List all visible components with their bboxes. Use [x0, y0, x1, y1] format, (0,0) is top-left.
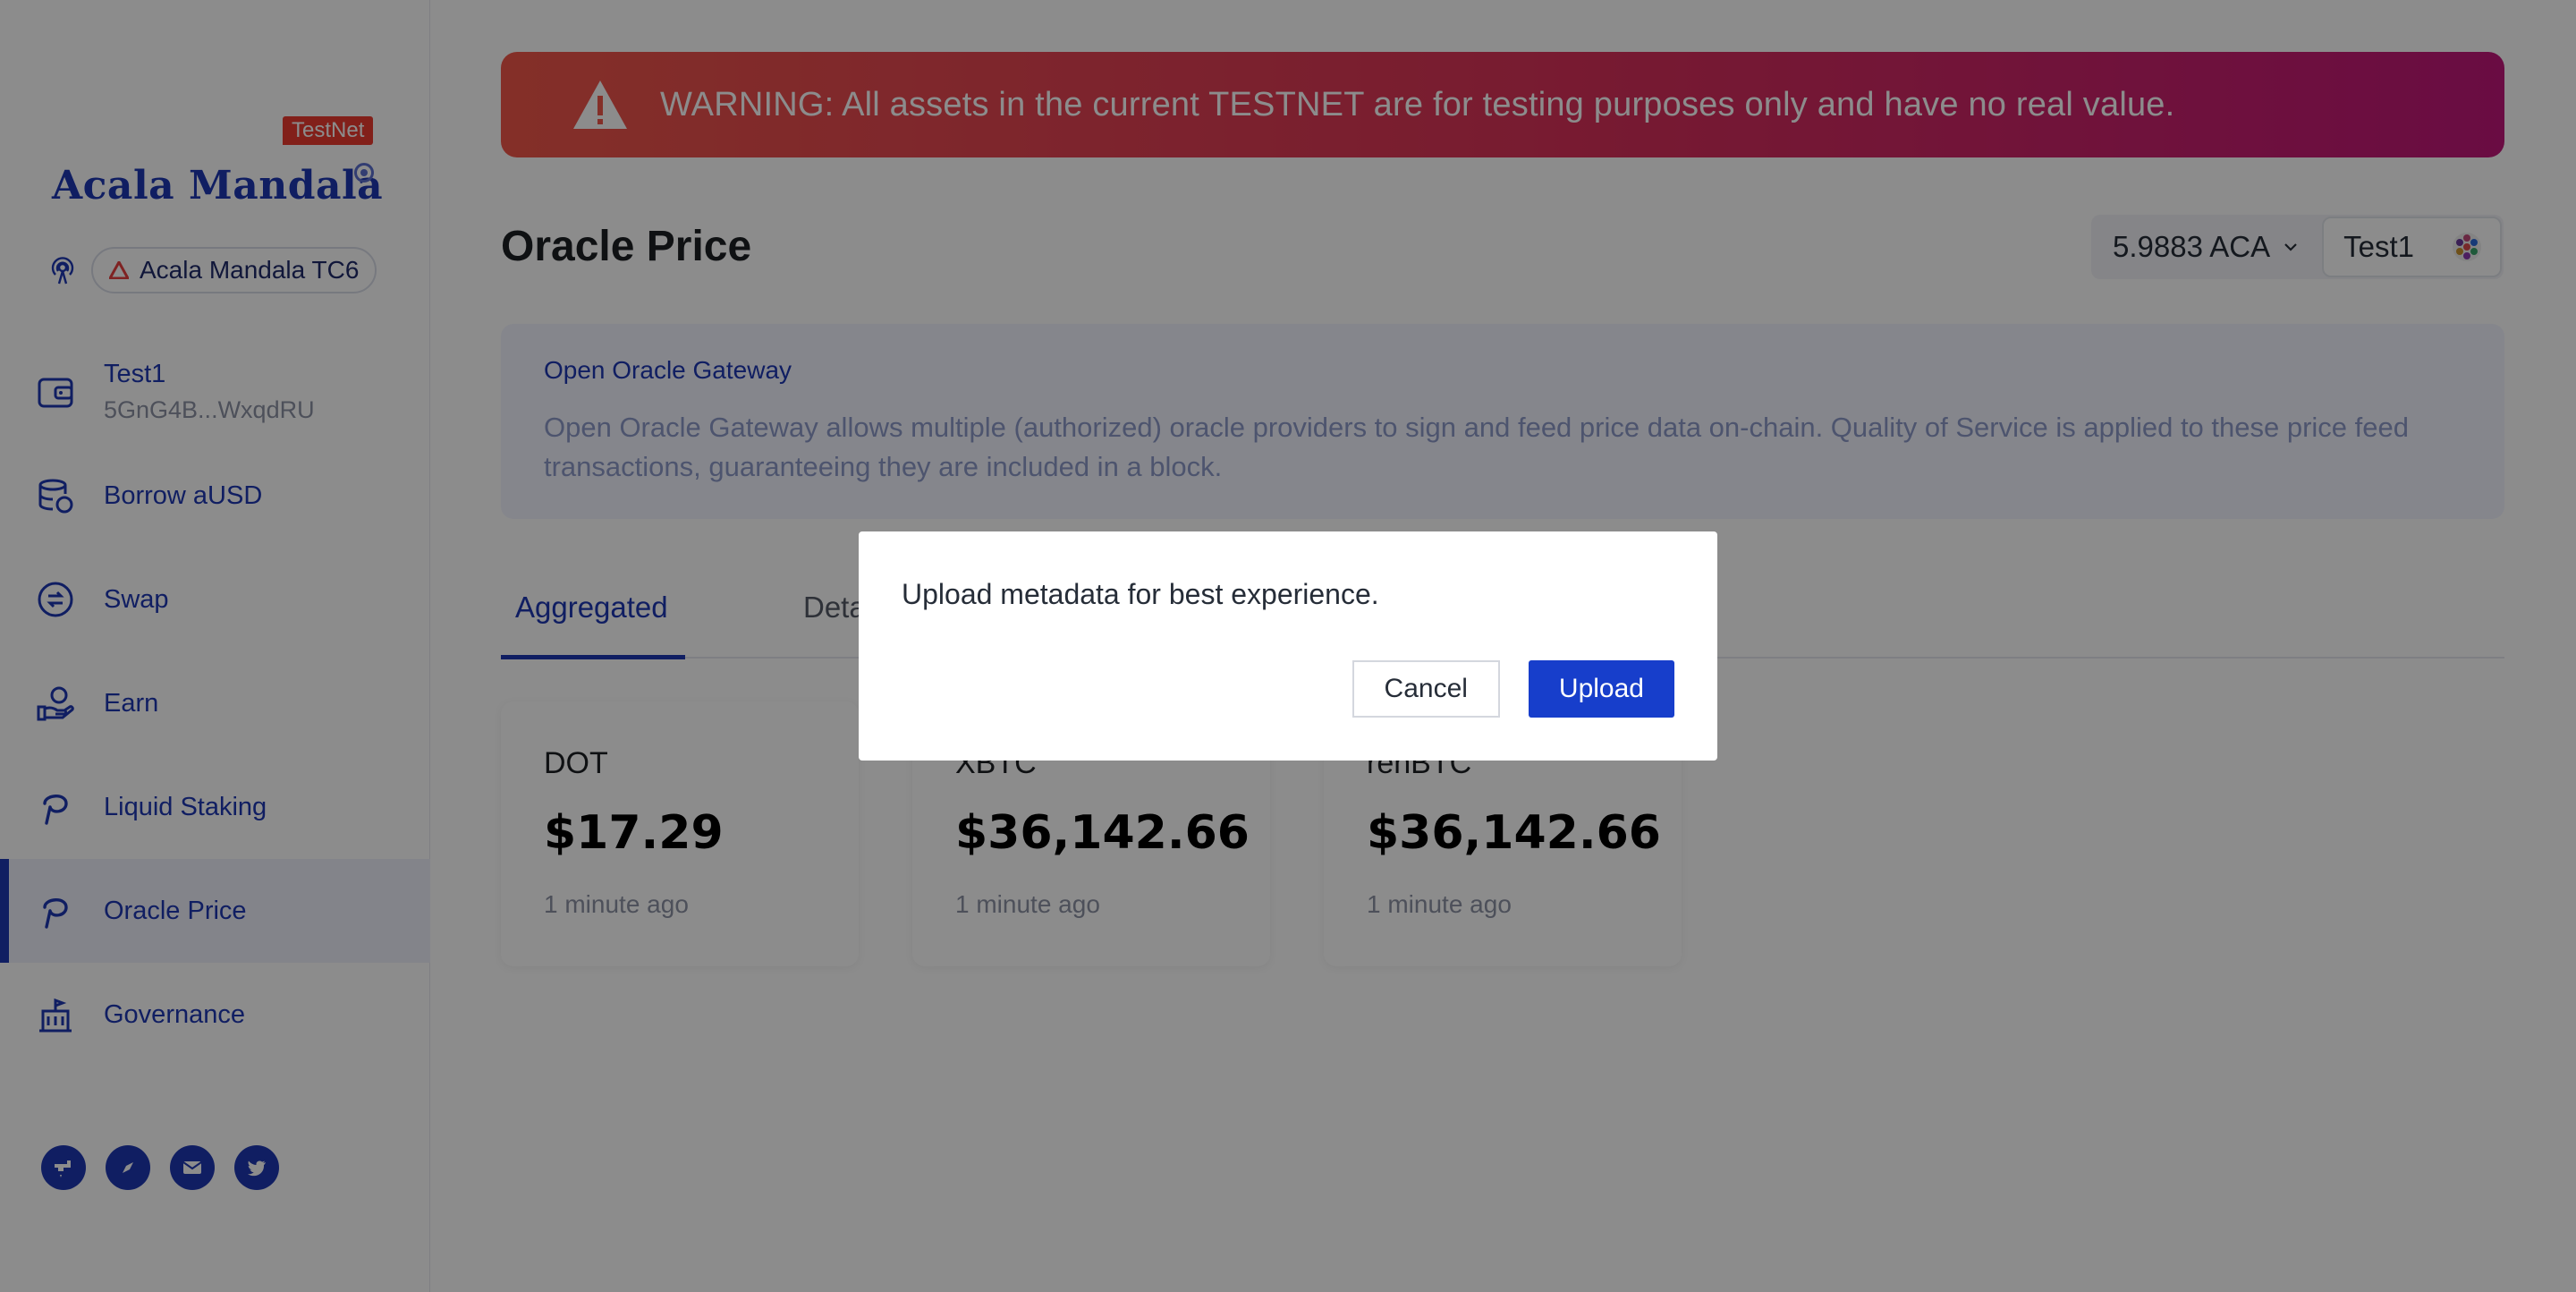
cancel-button[interactable]: Cancel — [1352, 660, 1500, 718]
modal-message: Upload metadata for best experience. — [902, 578, 1379, 610]
modal-actions: Cancel Upload — [1352, 660, 1674, 718]
upload-button[interactable]: Upload — [1528, 660, 1674, 718]
metadata-modal: Upload metadata for best experience. Can… — [859, 531, 1717, 761]
